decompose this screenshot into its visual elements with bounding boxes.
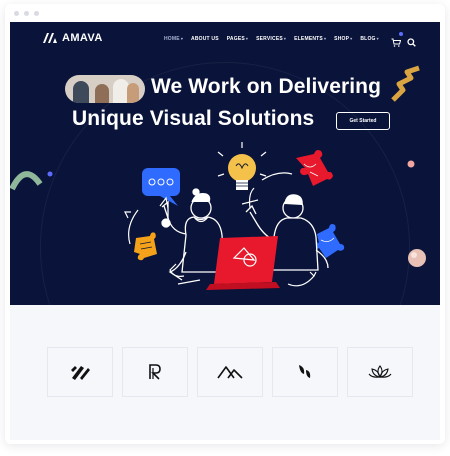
leaf-shapes-logo-icon (299, 365, 311, 378)
pink-dot-decoration (407, 160, 415, 168)
window-dot-icon (14, 11, 19, 16)
peach-sphere-decoration (408, 249, 426, 267)
chat-bubble-icon (142, 168, 180, 206)
slashes-logo-icon (71, 366, 90, 380)
r-monogram-logo-icon (149, 364, 161, 380)
brand-logo-5[interactable] (347, 347, 413, 397)
browser-frame: AMAVA HOME▾ ABOUT US PAGES▾ SERVICES▾ EL… (5, 4, 445, 444)
gold-ribbon-decoration (391, 65, 420, 102)
window-dot-icon (34, 11, 39, 16)
brand-logo-1[interactable] (47, 347, 113, 397)
lotus-logo-icon (368, 365, 392, 378)
red-puzzle-piece-icon (296, 150, 333, 186)
mountains-logo-icon (217, 366, 243, 379)
brand-logo-2[interactable] (122, 347, 188, 397)
hero-section: AMAVA HOME▾ ABOUT US PAGES▾ SERVICES▾ EL… (10, 22, 440, 305)
woman-character-illustration (161, 188, 225, 281)
window-dots (14, 11, 39, 16)
window-dot-icon (24, 11, 29, 16)
green-arc-decoration (10, 171, 43, 191)
brand-logo-4[interactable] (272, 347, 338, 397)
blue-puzzle-piece-icon (313, 224, 345, 258)
hero-illustration (10, 65, 426, 290)
blue-dot-decoration (47, 171, 53, 177)
lightbulb-icon (217, 142, 267, 190)
brand-logo-3[interactable] (197, 347, 263, 397)
brand-logos-section (10, 305, 440, 440)
orange-puzzle-piece-icon (134, 232, 157, 261)
